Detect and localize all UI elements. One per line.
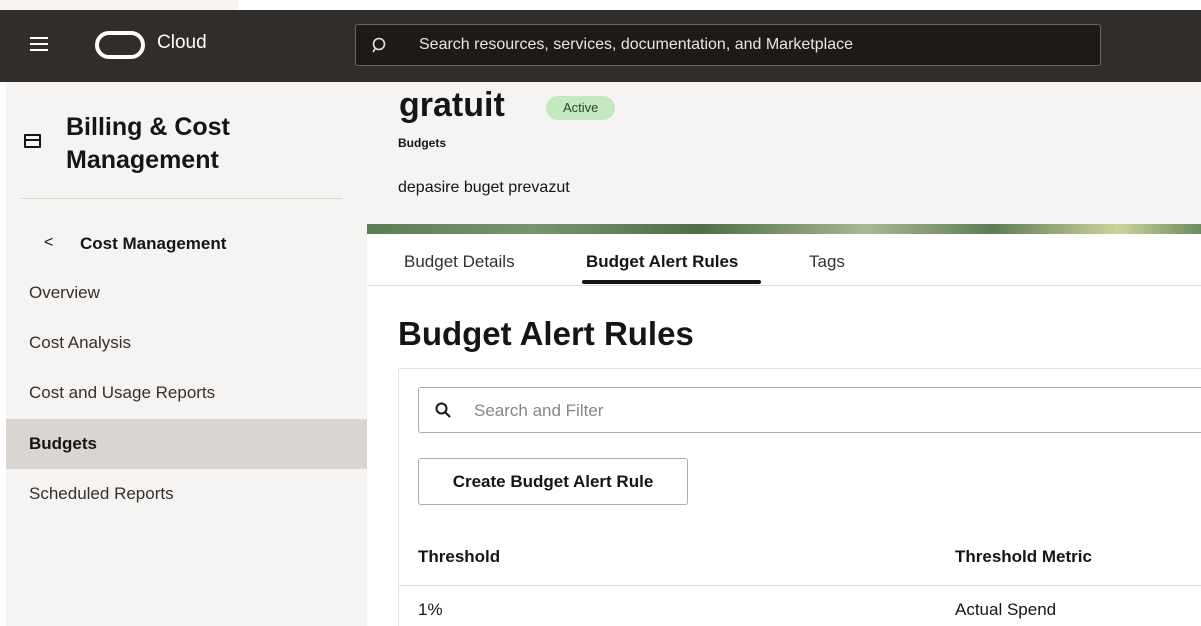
column-header-threshold-metric[interactable]: Threshold Metric <box>955 547 1092 567</box>
breadcrumb[interactable]: Budgets <box>398 136 446 150</box>
sidebar-item-cost-and-usage-reports[interactable]: Cost and Usage Reports <box>6 368 367 418</box>
status-badge: Active <box>546 96 616 120</box>
top-header: Cloud Search resources, services, docume… <box>0 10 1201 82</box>
sidebar-section-title[interactable]: Cost Management <box>80 234 226 254</box>
top-strip-left <box>0 0 238 10</box>
sidebar-item-overview[interactable]: Overview <box>6 268 367 318</box>
tab-tags[interactable]: Tags <box>809 252 845 272</box>
hamburger-menu-icon[interactable] <box>30 37 50 55</box>
page-title: gratuit <box>399 86 505 124</box>
search-icon <box>372 37 386 53</box>
search-filter-input[interactable]: Search and Filter <box>418 387 1201 433</box>
global-search-placeholder: Search resources, services, documentatio… <box>419 36 853 53</box>
budget-description: depasire buget prevazut <box>398 179 570 196</box>
tab-budget-details[interactable]: Budget Details <box>404 252 515 272</box>
decorative-banner <box>367 224 1201 234</box>
oracle-logo-icon[interactable] <box>95 31 145 59</box>
sidebar-item-scheduled-reports[interactable]: Scheduled Reports <box>6 469 367 519</box>
sidebar-item-budgets[interactable]: Budgets <box>6 419 367 469</box>
sidebar-title-line2: Management <box>66 146 219 174</box>
sidebar-title-line1: Billing & Cost <box>66 113 230 141</box>
table-divider <box>399 585 1201 586</box>
sidebar-title: Billing & Cost Management <box>66 111 306 177</box>
table-cell-threshold-metric: Actual Spend <box>955 600 1057 619</box>
tab-bar: Budget Details Budget Alert Rules Tags <box>367 234 1201 286</box>
table-cell-threshold: 1% <box>418 600 443 619</box>
billing-card-icon <box>24 134 41 148</box>
sidebar-divider <box>20 198 342 199</box>
column-header-threshold[interactable]: Threshold <box>418 547 500 567</box>
top-strip <box>0 0 1201 10</box>
global-search-input[interactable]: Search resources, services, documentatio… <box>355 24 1101 66</box>
create-budget-alert-rule-button[interactable]: Create Budget Alert Rule <box>418 458 688 505</box>
search-filter-placeholder: Search and Filter <box>474 401 604 420</box>
tab-budget-alert-rules[interactable]: Budget Alert Rules <box>586 252 738 272</box>
back-chevron-icon[interactable]: < <box>44 234 53 252</box>
sidebar-item-cost-analysis[interactable]: Cost Analysis <box>6 318 367 368</box>
active-tab-indicator <box>582 280 761 284</box>
content-title: Budget Alert Rules <box>398 315 694 352</box>
search-icon <box>435 402 451 418</box>
brand-label[interactable]: Cloud <box>157 32 207 54</box>
